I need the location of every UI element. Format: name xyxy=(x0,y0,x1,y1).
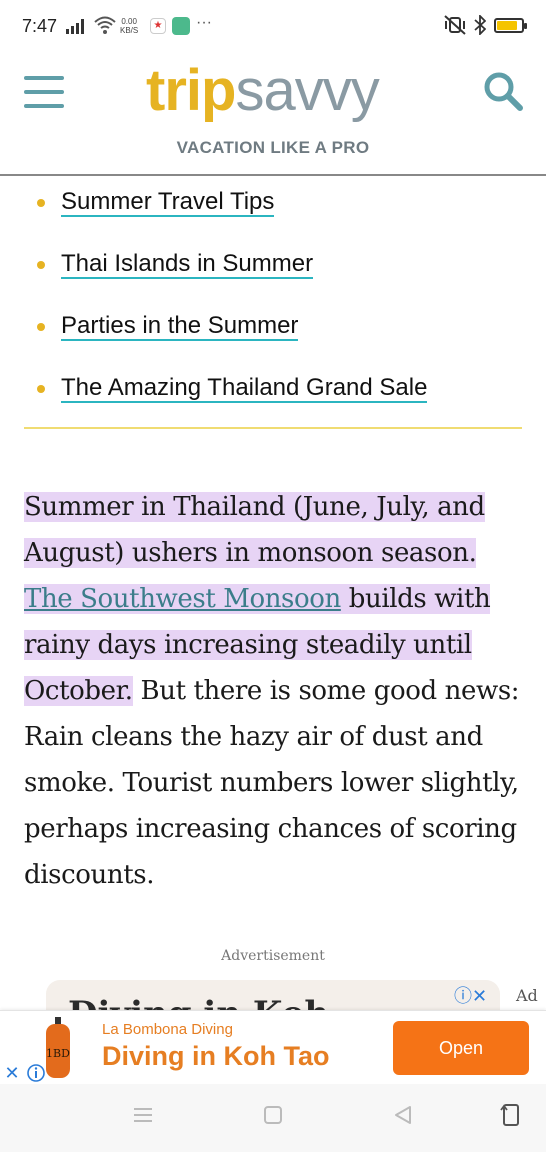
close-ad-icon[interactable]: ✕ xyxy=(2,1063,22,1083)
svg-text:1BD: 1BD xyxy=(46,1047,70,1060)
notification-app-icon xyxy=(172,17,190,35)
tagline: VACATION LIKE A PRO xyxy=(176,138,370,157)
status-bar: 7:47 0.00 KB/S ★ ··· xyxy=(0,0,546,52)
hamburger-menu-icon[interactable] xyxy=(24,76,64,110)
recents-menu-icon[interactable] xyxy=(132,1104,154,1126)
bullet-icon xyxy=(37,385,45,393)
net-speed-unit: KB/S xyxy=(120,26,139,35)
related-link[interactable]: The Amazing Thailand Grand Sale xyxy=(61,374,428,403)
wifi-icon xyxy=(94,16,116,34)
bullet-icon xyxy=(37,261,45,269)
back-icon[interactable] xyxy=(392,1104,414,1126)
list-item: Parties in the Summer xyxy=(24,306,524,368)
banner-headline: Diving in Koh Tao xyxy=(102,1041,330,1071)
list-item: Thai Islands in Summer xyxy=(24,244,524,306)
ad-info-icon[interactable] xyxy=(26,1063,46,1083)
list-item: Summer Travel Tips xyxy=(24,182,524,244)
advertiser-name: La Bombona Diving xyxy=(102,1021,233,1038)
bullet-icon xyxy=(37,199,45,207)
related-links-list: Summer Travel Tips Thai Islands in Summe… xyxy=(24,182,524,430)
list-item: The Amazing Thailand Grand Sale xyxy=(24,368,524,430)
photos-app-icon: ★ xyxy=(150,18,166,34)
rotate-screen-icon[interactable] xyxy=(500,1102,522,1128)
signal-icon xyxy=(66,19,84,34)
section-divider xyxy=(24,427,522,429)
related-link[interactable]: Summer Travel Tips xyxy=(61,188,275,217)
ad-badge: Ad xyxy=(516,986,538,1005)
logo-trip: trip xyxy=(146,58,236,123)
bullet-icon xyxy=(37,323,45,331)
related-link[interactable]: Parties in the Summer xyxy=(61,312,299,341)
highlighted-text: Summer in Thailand (June, July, and Augu… xyxy=(24,492,485,568)
advertisement-label: Advertisement xyxy=(221,948,325,964)
battery-icon xyxy=(494,17,527,33)
more-notifications-icon: ··· xyxy=(196,14,212,31)
search-icon[interactable] xyxy=(482,70,524,112)
net-speed-value: 0.00 xyxy=(121,17,137,26)
net-speed: 0.00 KB/S xyxy=(120,17,138,35)
related-link[interactable]: Thai Islands in Summer xyxy=(61,250,314,279)
paragraph-text: But there is some good news: Rain cleans… xyxy=(24,676,520,890)
system-nav-bar xyxy=(0,1084,546,1152)
tripsavvy-logo[interactable]: tripsavvy xyxy=(146,56,380,126)
adchoices-icon[interactable]: ⓘ✕ xyxy=(454,982,487,1008)
home-icon[interactable] xyxy=(262,1104,284,1126)
status-time: 7:47 xyxy=(22,16,58,36)
status-right xyxy=(444,15,527,35)
scuba-tank-logo: 1BD xyxy=(46,1017,70,1078)
article-paragraph: Summer in Thailand (June, July, and Augu… xyxy=(24,484,524,898)
logo-savvy: savvy xyxy=(235,58,379,123)
bluetooth-icon xyxy=(474,15,486,35)
banner-ad[interactable]: 1BD La Bombona Diving Diving in Koh Tao … xyxy=(0,1010,546,1084)
southwest-monsoon-link[interactable]: The Southwest Monsoon xyxy=(24,584,341,614)
site-header: tripsavvy VACATION LIKE A PRO xyxy=(0,52,546,176)
vibrate-icon xyxy=(444,15,466,35)
open-button[interactable]: Open xyxy=(393,1021,529,1075)
